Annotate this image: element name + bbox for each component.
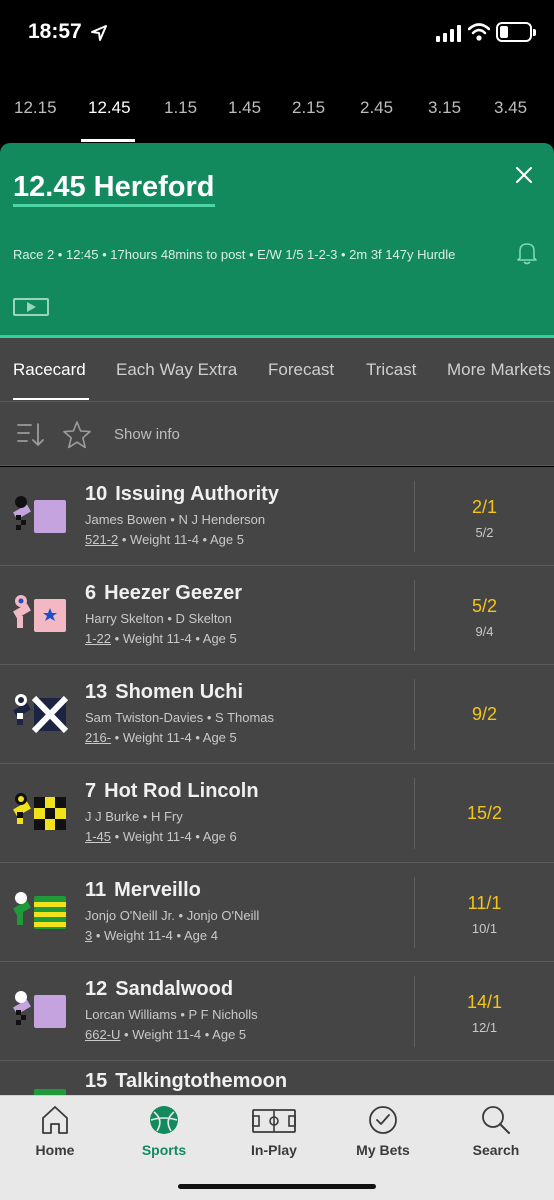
runner-name: 6 Heezer Geezer (85, 582, 242, 604)
odds-button[interactable]: 14/1 (415, 992, 554, 1013)
runner-name: 11 Merveillo (85, 879, 201, 901)
nav-my-bets-label: My Bets (356, 1142, 410, 1158)
runner-name: 12 Sandalwood (85, 978, 234, 1000)
form-link[interactable]: 3 (85, 928, 92, 943)
form-weight-age: 521-2 • Weight 11-4 • Age 5 (85, 532, 244, 547)
racecard-toolbar: Show info (0, 402, 554, 466)
runner-name: 15 Talkingtothemoon (85, 1070, 288, 1092)
jockey-silk-icon (13, 595, 66, 632)
jockey-silk-icon (13, 496, 66, 533)
star-icon[interactable] (62, 420, 92, 450)
jockey-silk-icon (13, 892, 66, 929)
runner-name: 13 Shomen Uchi (85, 681, 244, 703)
runner-row[interactable]: 10 Issuing Authority James Bowen • N J He… (0, 467, 554, 566)
previous-odds: 9/4 (475, 624, 494, 639)
runner-name: 7 Hot Rod Lincoln (85, 780, 259, 802)
jockey-silk-icon (13, 991, 66, 1028)
runner-row[interactable]: 11 Merveillo Jonjo O'Neill Jr. • Jonjo O'… (0, 863, 554, 962)
odds-button[interactable]: 9/2 (415, 704, 554, 725)
tab-racecard[interactable]: Racecard (13, 360, 86, 380)
tab-more-markets[interactable]: More Markets (447, 360, 551, 380)
active-tab-indicator (13, 398, 89, 400)
form-weight-age: 1-45 • Weight 11-4 • Age 6 (85, 829, 237, 844)
active-race-indicator (81, 139, 135, 142)
race-time-tab[interactable]: 12.15 (14, 98, 57, 118)
previous-odds: 5/2 (475, 525, 494, 540)
jockey-silk-icon (13, 694, 68, 733)
race-header: 12.45 Hereford Race 2 • 12:45 • 17hours … (0, 143, 554, 338)
form-link[interactable]: 662-U (85, 1027, 120, 1042)
jockey-trainer: Sam Twiston-Davies • S Thomas (85, 710, 275, 725)
race-time-tab[interactable]: 2.45 (360, 98, 393, 118)
jockey-trainer: Lorcan Williams • P F Nicholls (85, 1007, 258, 1022)
race-time-tabs: 12.15 12.45 1.15 1.45 2.15 2.45 3.15 3.4… (0, 70, 554, 142)
form-weight-age: 662-U • Weight 11-4 • Age 5 (85, 1027, 247, 1042)
nav-sports-label: Sports (141, 1142, 187, 1158)
nav-home-label: Home (35, 1142, 75, 1158)
form-link[interactable]: 1-45 (85, 829, 111, 844)
odds-button[interactable]: 15/2 (415, 803, 554, 824)
runner-list: 10 Issuing Authority James Bowen • N J He… (0, 467, 554, 1095)
race-info: Race 2 • 12:45 • 17hours 48mins to post … (13, 247, 456, 262)
jockey-trainer: J J Burke • H Fry (85, 809, 183, 824)
video-play-icon[interactable] (13, 298, 49, 316)
bell-icon[interactable] (516, 241, 538, 265)
race-time-tab[interactable]: 3.45 (494, 98, 527, 118)
nav-home[interactable]: Home (5, 1104, 105, 1158)
form-link[interactable]: 1-22 (85, 631, 111, 646)
sports-ball-icon (150, 1106, 178, 1134)
title-underline (13, 204, 215, 207)
status-time: 18:57 (28, 20, 82, 43)
form-weight-age: 3 • Weight 11-4 • Age 4 (85, 928, 218, 943)
form-link[interactable]: 521-2 (85, 532, 118, 547)
jockey-trainer: Harry Skelton • D Skelton (85, 611, 232, 626)
status-bar: 18:57 (0, 0, 554, 70)
nav-search[interactable]: Search (446, 1104, 546, 1158)
nav-sports[interactable]: Sports (114, 1104, 214, 1158)
runner-row[interactable]: 6 Heezer Geezer Harry Skelton • D Skelton… (0, 566, 554, 665)
nav-in-play[interactable]: In-Play (224, 1104, 324, 1158)
runner-row[interactable]: 7 Hot Rod Lincoln J J Burke • H Fry 1-45 … (0, 764, 554, 863)
previous-odds: 12/1 (471, 1020, 498, 1035)
tab-tricast[interactable]: Tricast (366, 360, 416, 380)
runner-row[interactable]: 13 Shomen Uchi Sam Twiston-Davies • S Tho… (0, 665, 554, 764)
runner-row[interactable]: 15 Talkingtothemoon (0, 1061, 554, 1095)
nav-my-bets[interactable]: My Bets (333, 1104, 433, 1158)
home-indicator[interactable] (178, 1184, 376, 1189)
race-title: 12.45 Hereford (13, 171, 215, 203)
battery-icon (496, 22, 536, 42)
cellular-signal-icon (436, 25, 461, 42)
jockey-trainer: Jonjo O'Neill Jr. • Jonjo O'Neill (85, 908, 260, 923)
search-icon (482, 1106, 510, 1134)
close-icon[interactable] (514, 165, 534, 185)
check-circle-icon (369, 1106, 397, 1134)
location-arrow-icon (91, 25, 107, 41)
jockey-trainer: James Bowen • N J Henderson (85, 512, 266, 527)
tab-each-way-extra[interactable]: Each Way Extra (116, 360, 237, 380)
nav-search-label: Search (472, 1142, 520, 1158)
race-time-tab[interactable]: 1.45 (228, 98, 261, 118)
odds-button[interactable]: 5/2 (415, 596, 554, 617)
runner-name: 10 Issuing Authority (85, 483, 279, 505)
form-weight-age: 1-22 • Weight 11-4 • Age 5 (85, 631, 237, 646)
tab-forecast[interactable]: Forecast (268, 360, 334, 380)
wifi-icon (468, 23, 490, 41)
form-link[interactable]: 216- (85, 730, 111, 745)
jockey-silk-icon (13, 793, 66, 830)
show-info-toggle[interactable]: Show info (114, 426, 180, 443)
race-time-tab[interactable]: 2.15 (292, 98, 325, 118)
previous-odds: 10/1 (471, 921, 498, 936)
pitch-icon (252, 1109, 296, 1133)
odds-button[interactable]: 11/1 (415, 893, 554, 914)
form-weight-age: 216- • Weight 11-4 • Age 5 (85, 730, 237, 745)
market-tabs: Racecard Each Way Extra Forecast Tricast… (0, 338, 554, 402)
home-icon (42, 1106, 68, 1134)
runner-row[interactable]: 12 Sandalwood Lorcan Williams • P F Nicho… (0, 962, 554, 1061)
race-time-tab-active[interactable]: 12.45 (88, 98, 131, 118)
sort-icon[interactable] (17, 422, 45, 448)
race-time-tab[interactable]: 1.15 (164, 98, 197, 118)
odds-button[interactable]: 2/1 (415, 497, 554, 518)
race-time-tab[interactable]: 3.15 (428, 98, 461, 118)
nav-in-play-label: In-Play (251, 1142, 297, 1158)
